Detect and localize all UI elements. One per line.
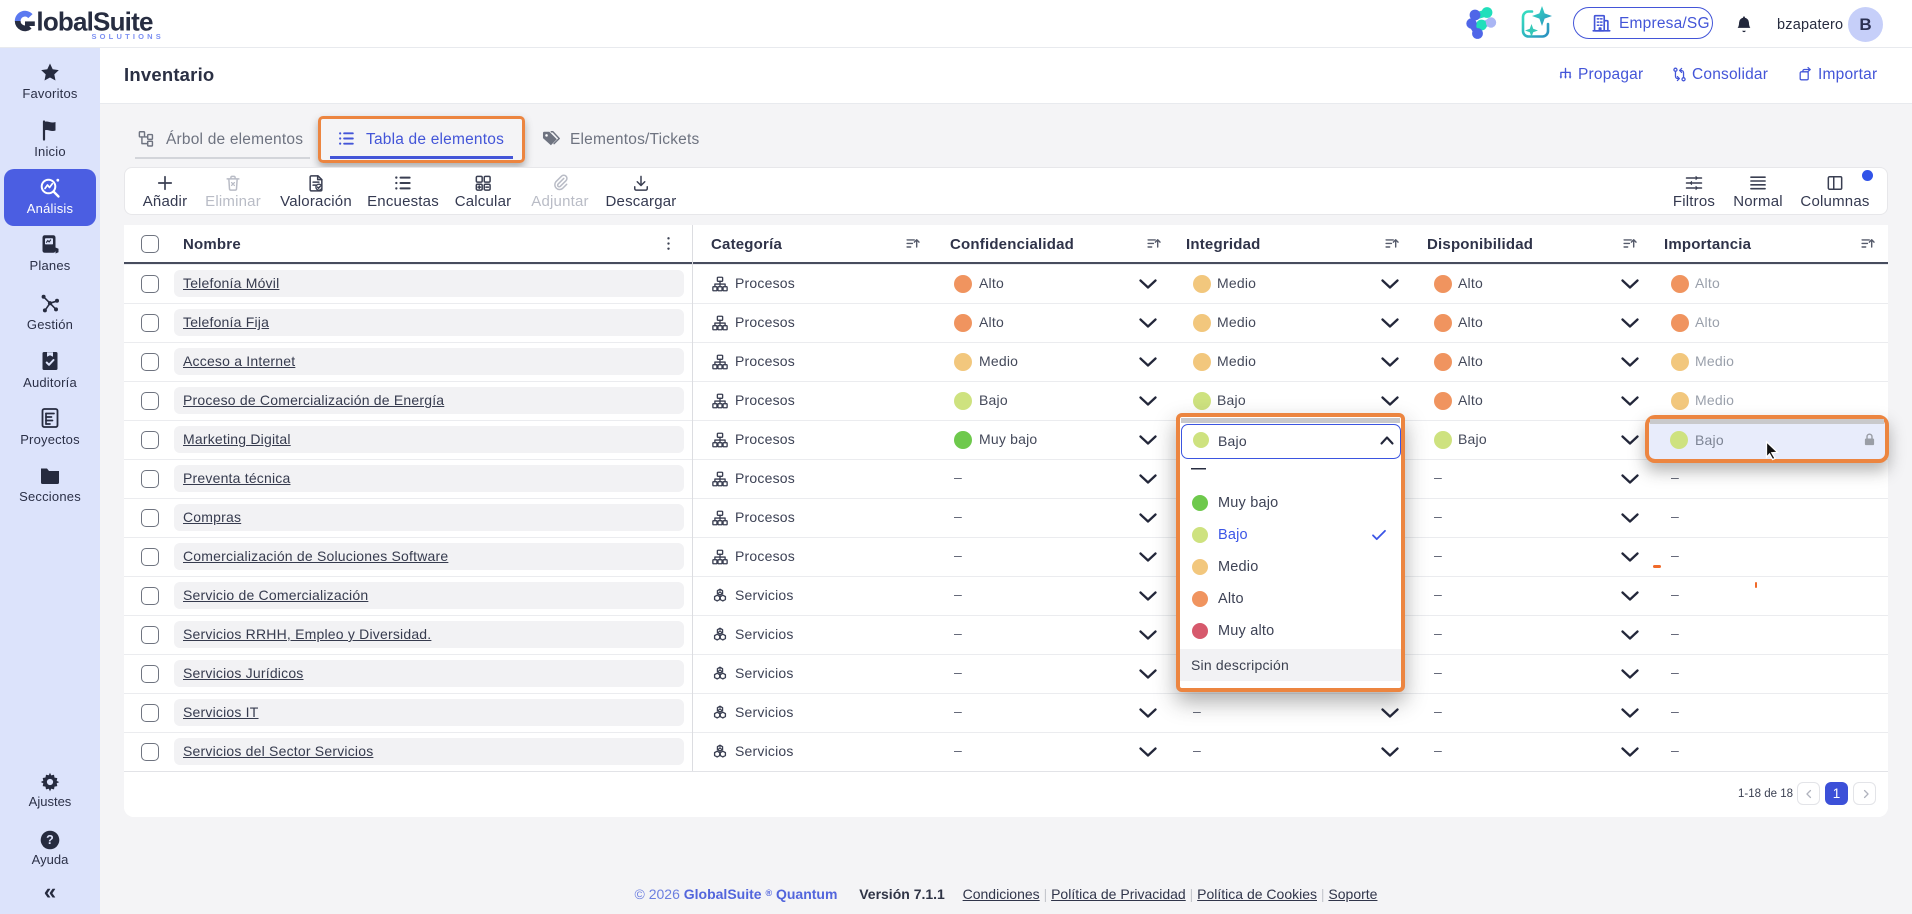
svg-text:?: ?: [46, 833, 54, 847]
svg-text:SOLUTIONS: SOLUTIONS: [91, 32, 164, 41]
